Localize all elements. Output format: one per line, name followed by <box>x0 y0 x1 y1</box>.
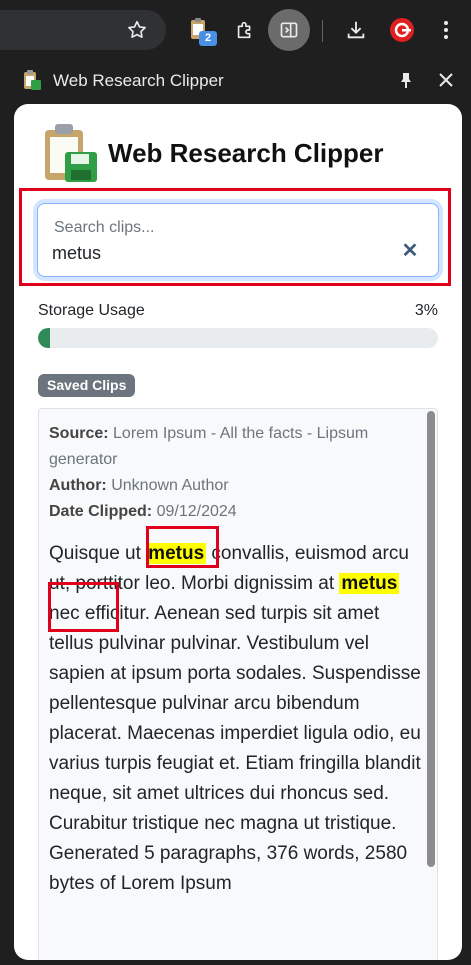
clipper-panel: Web Research Clipper Search clips... ✕ S… <box>14 104 462 960</box>
clip-content: Source: Lorem Ipsum - All the facts - Li… <box>49 421 425 899</box>
clip-text-part-1: Quisque ut <box>49 543 147 564</box>
author-label: Author: <box>49 477 107 494</box>
storage-progress-fill <box>38 328 50 348</box>
side-panel-title: Web Research Clipper <box>53 71 224 90</box>
pin-icon[interactable] <box>396 70 416 90</box>
storage-usage-percent: 3% <box>414 302 438 319</box>
app-title: Web Research Clipper <box>108 138 384 168</box>
side-panel-header: Web Research Clipper <box>0 62 471 104</box>
search-match: metus <box>339 573 400 594</box>
toolbar-divider <box>322 20 323 42</box>
clipboard-icon <box>21 69 43 91</box>
download-icon[interactable] <box>340 14 372 46</box>
browser-menu-icon[interactable] <box>430 14 462 46</box>
bookmark-star-icon[interactable] <box>121 14 153 46</box>
match-highlight-outline <box>146 526 219 568</box>
clip-card: Source: Lorem Ipsum - All the facts - Li… <box>38 408 438 960</box>
clip-text-part-3: nec efficitur. Aenean sed turpis sit ame… <box>49 603 421 894</box>
profile-avatar-icon[interactable] <box>386 14 418 46</box>
author-value: Unknown Author <box>111 477 229 494</box>
match-highlight-outline <box>48 582 119 632</box>
side-panel-icon[interactable] <box>268 9 310 51</box>
clip-scrollbar[interactable] <box>427 411 435 867</box>
storage-usage-label: Storage Usage <box>38 302 145 319</box>
browser-toolbar: 2 <box>0 0 471 62</box>
saved-clips-badge: Saved Clips <box>38 374 136 397</box>
clipboard-floppy-logo-icon <box>41 122 99 184</box>
clip-source: Source: Lorem Ipsum - All the facts - Li… <box>49 421 425 473</box>
search-highlight-outline <box>19 188 451 286</box>
clipper-extension-icon[interactable]: 2 <box>184 14 217 46</box>
close-panel-icon[interactable] <box>436 70 456 90</box>
extension-badge: 2 <box>199 31 217 46</box>
source-label: Source: <box>49 425 109 442</box>
storage-progress-bar <box>38 328 438 348</box>
extensions-puzzle-icon[interactable] <box>229 14 261 46</box>
date-label: Date Clipped: <box>49 503 153 520</box>
clip-date: Date Clipped: 09/12/2024 <box>49 499 425 525</box>
date-value: 09/12/2024 <box>156 503 237 520</box>
clip-author: Author: Unknown Author <box>49 473 425 499</box>
